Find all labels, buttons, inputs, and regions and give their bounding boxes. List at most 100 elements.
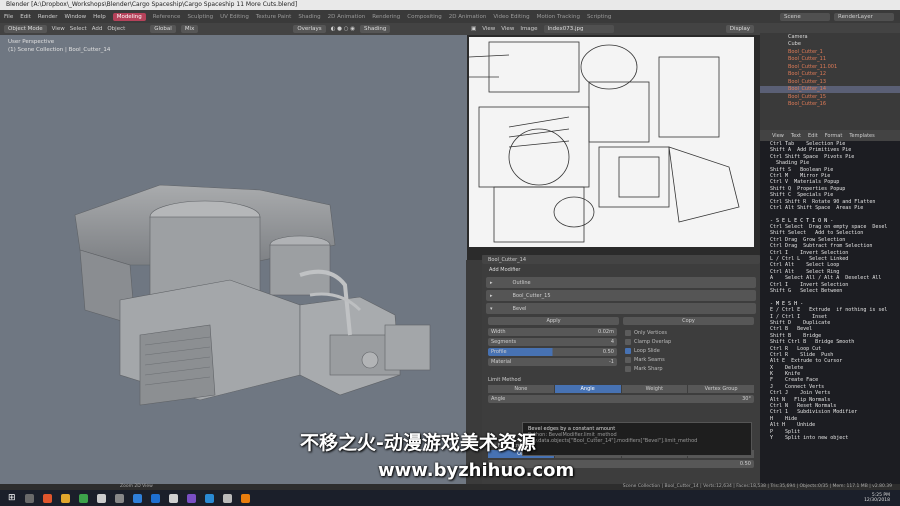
viewport-menu-view[interactable]: View <box>52 26 65 32</box>
cloud-icon[interactable] <box>132 493 142 503</box>
image-menu-image[interactable]: Image <box>520 26 537 32</box>
blender-icon[interactable] <box>240 493 250 503</box>
text-menu-format[interactable]: Format <box>825 133 843 139</box>
app-icon[interactable] <box>114 493 124 503</box>
text-editor-area[interactable]: Ctrl Tab Selection Pie Shift A Add Primit… <box>760 141 900 484</box>
checkbox[interactable] <box>625 365 631 372</box>
image-menu-view-2[interactable]: View <box>501 26 514 32</box>
display-dropdown[interactable]: Display <box>725 25 754 33</box>
outliner-row[interactable]: Bool_Cutter_16 <box>760 101 900 109</box>
app-icon[interactable] <box>150 493 160 503</box>
modifier-name[interactable]: Outline <box>513 280 531 286</box>
view-layer-selector[interactable]: RenderLayer <box>834 12 894 21</box>
menu-edit[interactable]: Edit <box>20 14 31 20</box>
task-view-icon[interactable] <box>24 493 34 503</box>
clamp-overlap-checkbox[interactable]: Clamp Overlap <box>625 337 754 346</box>
outliner-row[interactable]: Bool_Cutter_11 <box>760 56 900 64</box>
checkbox[interactable] <box>625 338 631 345</box>
outliner-header <box>760 23 900 33</box>
tab-scripting[interactable]: Scripting <box>587 14 611 20</box>
tab-shading[interactable]: Shading <box>298 14 320 20</box>
3d-viewport[interactable] <box>0 35 467 484</box>
tab-uv-editing[interactable]: UV Editing <box>220 14 249 20</box>
app-icon[interactable] <box>186 493 196 503</box>
modifier-name[interactable]: Bool_Cutter_15 <box>513 293 551 299</box>
menu-render[interactable]: Render <box>38 14 58 20</box>
file-explorer-icon[interactable] <box>60 493 70 503</box>
add-modifier-dropdown[interactable]: Add Modifier <box>486 264 756 275</box>
viewport-menu-add[interactable]: Add <box>92 26 103 32</box>
tab-2d-animation[interactable]: 2D Animation <box>328 14 366 20</box>
outliner-row[interactable]: Bool_Cutter_11.001 <box>760 63 900 71</box>
menu-help[interactable]: Help <box>93 14 106 20</box>
apply-button[interactable]: Apply <box>488 317 619 325</box>
limit-angle-option[interactable]: Angle <box>554 385 621 393</box>
menu-window[interactable]: Window <box>64 14 86 20</box>
mark-sharp-checkbox[interactable]: Mark Sharp <box>625 364 754 373</box>
modifier-name[interactable]: Bevel <box>513 306 527 312</box>
outliner-row[interactable]: Camera <box>760 33 900 41</box>
orientation-dropdown[interactable]: Global <box>150 25 176 33</box>
menu-file[interactable]: File <box>4 14 13 20</box>
tab-motion-tracking[interactable]: Motion Tracking <box>537 14 580 20</box>
text-menu-edit[interactable]: Edit <box>808 133 818 139</box>
object-mode-dropdown[interactable]: Object Mode <box>4 25 47 33</box>
system-clock[interactable]: 5:25 PM 12/30/2018 <box>864 493 900 504</box>
width-field[interactable]: Width 0.02m <box>488 328 617 336</box>
tab-reference[interactable]: Reference <box>153 14 181 20</box>
tab-2d-animation-2[interactable]: 2D Animation <box>449 14 487 20</box>
tab-texture-paint[interactable]: Texture Paint <box>256 14 292 20</box>
app-icon[interactable] <box>168 493 178 503</box>
checkbox[interactable] <box>625 329 631 336</box>
mark-seams-checkbox[interactable]: Mark Seams <box>625 355 754 364</box>
angle-field[interactable]: Angle 30° <box>488 395 754 403</box>
modifier-row-bevel[interactable]: ▾ Bevel <box>486 303 756 314</box>
tab-sculpting[interactable]: Sculpting <box>187 14 213 20</box>
scene-selector[interactable]: Scene <box>780 12 830 21</box>
field-label: Material <box>491 359 512 365</box>
modifier-row-outline[interactable]: ▸ Outline <box>486 277 756 288</box>
windows-start-icon[interactable]: ⊞ <box>8 493 16 503</box>
text-menu-templates[interactable]: Templates <box>849 133 874 139</box>
only-vertices-checkbox[interactable]: Only Vertices <box>625 328 754 337</box>
tab-rendering[interactable]: Rendering <box>372 14 400 20</box>
profile-slider[interactable]: Profile 0.50 <box>488 348 617 356</box>
outliner-row[interactable]: Bool_Cutter_1 <box>760 48 900 56</box>
app-icon[interactable] <box>78 493 88 503</box>
text-menu-view[interactable]: View <box>772 133 784 139</box>
limit-weight-option[interactable]: Weight <box>621 385 688 393</box>
checkbox[interactable] <box>625 347 631 354</box>
visual-studio-icon[interactable] <box>204 493 214 503</box>
checkbox[interactable] <box>625 356 631 363</box>
overlays-dropdown[interactable]: Overlays <box>293 25 326 33</box>
pivot-dropdown[interactable]: Mix <box>180 25 199 33</box>
image-menu-view[interactable]: View <box>482 26 495 32</box>
tab-video-editing[interactable]: Video Editing <box>493 14 529 20</box>
outliner-row[interactable]: Cube <box>760 41 900 49</box>
tab-modeling[interactable]: Modeling <box>112 12 146 21</box>
checkbox-label: Clamp Overlap <box>634 338 672 345</box>
loop-slide-checkbox[interactable]: Loop Slide <box>625 346 754 355</box>
image-editor-type-icon[interactable]: ▣ <box>471 26 476 32</box>
limit-none-option[interactable]: None <box>488 385 554 393</box>
text-menu-text[interactable]: Text <box>791 133 801 139</box>
app-icon[interactable] <box>96 493 106 503</box>
viewport-menu-select[interactable]: Select <box>70 26 87 32</box>
material-field[interactable]: Material -1 <box>488 358 617 366</box>
image-name-field[interactable]: Index073.jpg <box>543 25 614 33</box>
app-icon[interactable] <box>222 493 232 503</box>
outliner-row[interactable]: Bool_Cutter_12 <box>760 71 900 79</box>
copy-button[interactable]: Copy <box>623 317 754 325</box>
shading-mode-icons[interactable]: ◐ ● ○ ◉ <box>331 26 355 32</box>
viewport-menu-object[interactable]: Object <box>107 26 125 32</box>
tab-compositing[interactable]: Compositing <box>407 14 441 20</box>
outliner-row-selected[interactable]: Bool_Cutter_14 <box>760 85 900 93</box>
firefox-icon[interactable] <box>42 493 52 503</box>
limit-method-selector[interactable]: None Angle Weight Vertex Group <box>488 385 754 393</box>
limit-vertex-group-option[interactable]: Vertex Group <box>688 385 754 393</box>
outliner-row[interactable]: Bool_Cutter_15 <box>760 93 900 101</box>
shading-dropdown[interactable]: Shading <box>360 25 391 33</box>
segments-field[interactable]: Segments 4 <box>488 338 617 346</box>
modifier-row-boolean[interactable]: ▸ Bool_Cutter_15 <box>486 290 756 301</box>
outliner-row[interactable]: Bool_Cutter_13 <box>760 78 900 86</box>
